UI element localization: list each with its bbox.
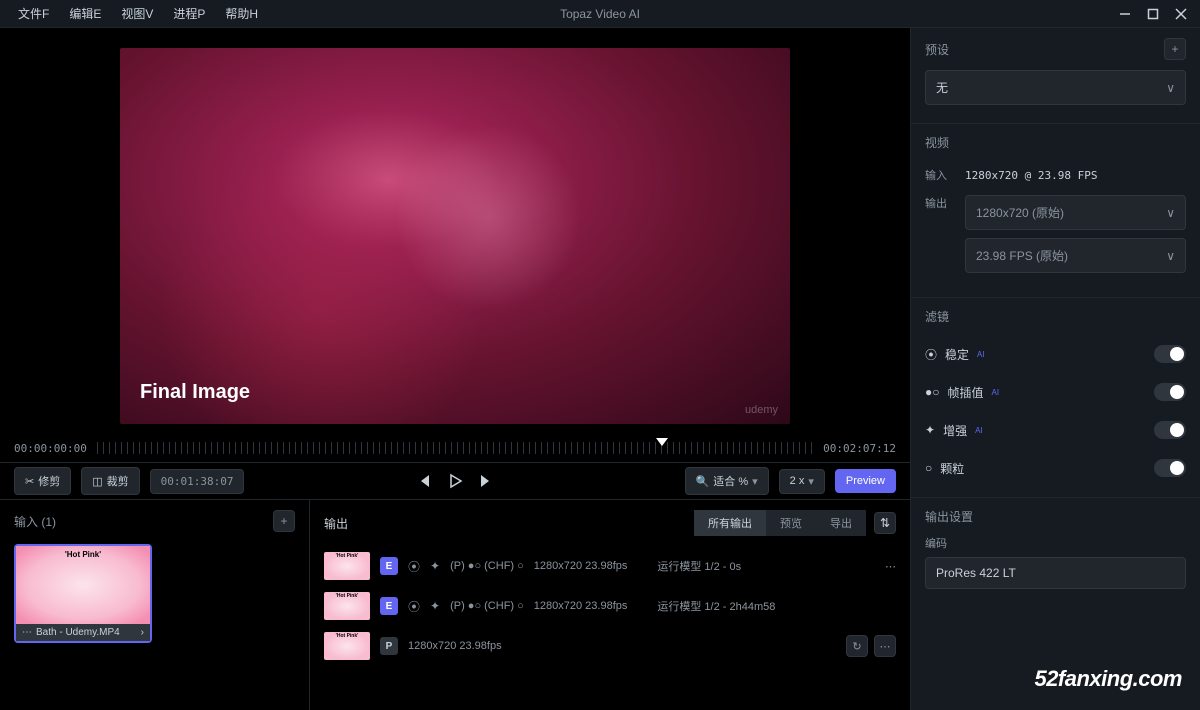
close-button[interactable] [1174,7,1188,21]
plus-icon: + [1171,42,1178,56]
chevron-down-icon: ∨ [1166,81,1175,95]
app-title: Topaz Video AI [560,7,640,21]
input-label: 输入 [925,167,955,183]
sparkle-icon: ✦ [430,559,440,573]
interpolate-toggle[interactable] [1154,383,1186,401]
playhead-icon[interactable] [656,438,668,446]
reload-icon: ↻ [852,640,861,653]
enhance-icon: ✦ [925,423,935,437]
row-thumbnail [324,592,370,620]
chevron-down-icon: ∨ [1166,249,1175,263]
stabilize-toggle[interactable] [1154,345,1186,363]
fit-dropdown[interactable]: 🔍适合 %▾ [685,467,769,495]
output-fps-select[interactable]: 23.98 FPS (原始) ∨ [965,238,1186,273]
preview-overlay-text: Final Image [140,381,250,404]
sort-button[interactable]: ⇅ [874,512,896,534]
tab-export[interactable]: 导出 [816,510,866,536]
minimize-button[interactable] [1118,7,1132,21]
add-preset-button[interactable]: + [1164,38,1186,60]
export-badge: E [380,597,398,615]
input-value: 1280x720 @ 23.98 FPS [965,169,1097,182]
grain-toggle[interactable] [1154,459,1186,477]
more-icon: ⋯ [880,640,891,653]
output-row[interactable]: E ⦿ ✦ (P) ●○ (CHF) ○ 1280x720 23.98fps 运… [324,586,896,626]
preview-area: Final Image udemy [0,28,910,434]
preview-watermark: udemy [745,404,778,416]
row-resolution: 1280x720 23.98fps [534,560,628,572]
step-back-button[interactable] [415,473,431,489]
row-params: (P) ●○ (CHF) ○ [450,560,524,572]
page-watermark: 52fanxing.com [1034,666,1182,692]
filter-stabilize[interactable]: ⦿稳定AI [925,335,1186,373]
export-badge: E [380,557,398,575]
menu-edit[interactable]: 编辑E [59,1,111,26]
preview-frame[interactable]: Final Image udemy [120,48,790,424]
filter-enhance[interactable]: ✦增强AI [925,411,1186,449]
more-icon[interactable]: ⋯ [885,560,896,573]
row-resolution: 1280x720 23.98fps [408,640,502,652]
thumbnail-image [16,546,150,624]
input-thumbnail[interactable]: ⋯ Bath - Udemy.MP4 › [14,544,152,643]
stabilize-icon: ⦿ [408,558,420,575]
scissors-icon: ✂ [25,475,34,488]
stabilize-icon: ⦿ [408,598,420,615]
timeline-end: 00:02:07:12 [823,442,896,455]
maximize-button[interactable] [1146,7,1160,21]
grain-icon: ○ [925,461,932,475]
play-button[interactable] [447,473,463,489]
current-timecode[interactable]: 00:01:38:07 [150,469,245,494]
tab-all-outputs[interactable]: 所有输出 [694,510,766,536]
timeline-start: 00:00:00:00 [14,442,87,455]
more-icon[interactable]: ⋯ [22,627,32,638]
thumbnail-filename: Bath - Udemy.MP4 [36,627,120,638]
add-input-button[interactable]: + [273,510,295,532]
timeline-track[interactable] [97,442,813,454]
magnify-icon: 🔍 [696,475,710,488]
filters-title: 滤镜 [925,308,949,325]
menu-help[interactable]: 帮助H [215,1,268,26]
step-forward-button[interactable] [479,473,495,489]
preview-badge: P [380,637,398,655]
reload-button[interactable]: ↻ [846,635,868,657]
menu-file[interactable]: 文件F [8,1,59,26]
stabilize-icon: ⦿ [925,346,937,363]
output-panel-title: 输出 [324,515,348,532]
row-status: 运行模型 1/2 - 0s [657,558,741,574]
menu-process[interactable]: 进程P [163,1,215,26]
output-label: 输出 [925,195,955,211]
interpolate-icon: ●○ [925,385,940,399]
encoder-label: 编码 [925,535,1186,551]
preset-title: 预设 [925,41,949,58]
output-row[interactable]: E ⦿ ✦ (P) ●○ (CHF) ○ 1280x720 23.98fps 运… [324,546,896,586]
output-settings-title: 输出设置 [925,508,973,525]
preset-select[interactable]: 无 ∨ [925,70,1186,105]
plus-icon: + [280,514,287,528]
row-thumbnail [324,552,370,580]
row-resolution: 1280x720 23.98fps [534,600,628,612]
preview-button[interactable]: Preview [835,469,896,493]
menu-view[interactable]: 视图V [111,1,163,26]
encoder-select[interactable]: ProRes 422 LT [925,557,1186,589]
more-button[interactable]: ⋯ [874,635,896,657]
sort-icon: ⇅ [880,516,890,530]
crop-icon: ◫ [92,475,102,488]
input-panel-title: 输入 (1) [14,513,56,530]
trim-button[interactable]: ✂修剪 [14,467,71,495]
video-title: 视频 [925,134,949,151]
row-params: (P) ●○ (CHF) ○ [450,600,524,612]
zoom-dropdown[interactable]: 2 x▾ [779,469,825,494]
chevron-right-icon[interactable]: › [141,627,144,638]
row-status: 运行模型 1/2 - 2h44m58 [657,598,775,614]
filter-grain[interactable]: ○颗粒 [925,449,1186,487]
filter-interpolate[interactable]: ●○帧插值AI [925,373,1186,411]
tab-preview[interactable]: 预览 [766,510,816,536]
output-resolution-select[interactable]: 1280x720 (原始) ∨ [965,195,1186,230]
sparkle-icon: ✦ [430,599,440,613]
output-row[interactable]: P 1280x720 23.98fps ↻ ⋯ [324,626,896,666]
enhance-toggle[interactable] [1154,421,1186,439]
row-thumbnail [324,632,370,660]
chevron-down-icon: ∨ [1166,206,1175,220]
crop-button[interactable]: ◫裁剪 [81,467,139,495]
